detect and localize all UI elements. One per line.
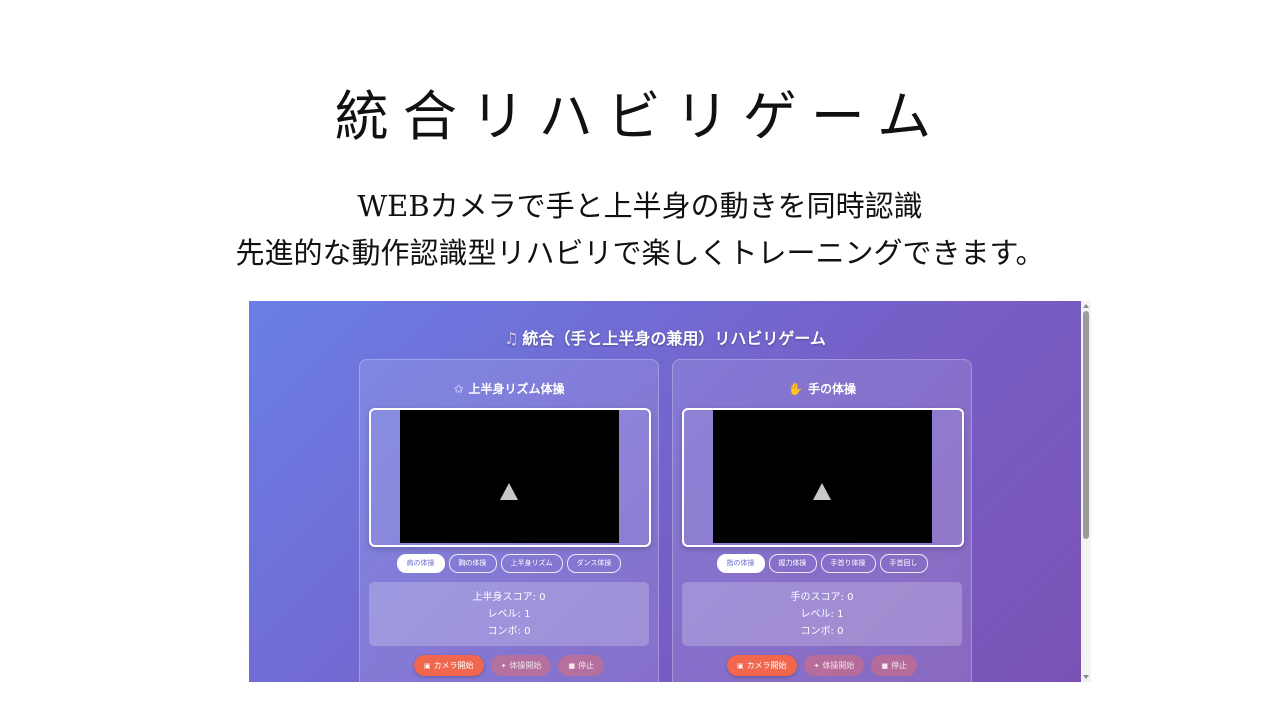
app-title-text: 統合（手と上半身の兼用）リハビリゲーム — [522, 329, 826, 348]
music-note-icon: ♫ — [504, 329, 519, 348]
exercise-button-finger[interactable]: 指の体操 — [716, 554, 765, 573]
panel-title: ✋ 手の体操 — [673, 380, 971, 397]
exercise-button-upper-rhythm[interactable]: 上半身リズム — [500, 554, 563, 573]
panel-title-text: 手の体操 — [807, 382, 856, 396]
exercise-selector: 肩の体操 胸の体操 上半身リズム ダンス体操 — [360, 554, 658, 573]
exercise-button-shoulder[interactable]: 肩の体操 — [396, 554, 445, 573]
scroll-up-icon[interactable] — [1083, 304, 1089, 308]
combo-text: コンボ: 0 — [487, 626, 531, 637]
stop-icon: ■ — [568, 662, 576, 670]
camera-icon: ▣ — [423, 662, 431, 670]
video-frame — [682, 408, 964, 547]
panel-title-text: 上半身リズム体操 — [468, 382, 565, 396]
camera-icon: ▣ — [736, 662, 744, 670]
exercise-icon: ✦ — [813, 662, 820, 670]
hand-panel: ✋ 手の体操 指の体操 握力体操 手首り体操 手首回し 手のスコア: 0 レベル:… — [672, 359, 972, 682]
camera-start-button[interactable]: ▣ カメラ開始 — [413, 655, 484, 676]
camera-start-button[interactable]: ▣ カメラ開始 — [726, 655, 797, 676]
vertical-scrollbar[interactable] — [1081, 301, 1091, 682]
control-buttons: ▣ カメラ開始 ✦ 体操開始 ■ 停止 — [360, 655, 658, 676]
app-title: ♫ 統合（手と上半身の兼用）リハビリゲーム — [249, 325, 1081, 349]
exercise-button-chest[interactable]: 胸の体操 — [448, 554, 497, 573]
camera-video[interactable] — [400, 410, 619, 543]
score-text: 上半身スコア: 0 — [472, 592, 546, 603]
stop-button[interactable]: ■ 停止 — [871, 655, 918, 676]
scroll-down-icon[interactable] — [1083, 675, 1089, 679]
level-text: レベル: 1 — [800, 609, 844, 620]
slide-subtitle-line1: WEBカメラで手と上半身の動きを同時認識 — [357, 189, 923, 223]
exercise-icon: ✦ — [500, 662, 507, 670]
slide-title: 統合リハビリゲーム — [334, 85, 946, 148]
score-text: 手のスコア: 0 — [790, 592, 854, 603]
exercise-button-wrist-rotation[interactable]: 手首回し — [879, 554, 928, 573]
score-box: 手のスコア: 0 レベル: 1 コンボ: 0 — [682, 582, 962, 646]
app-window: ♫ 統合（手と上半身の兼用）リハビリゲーム ✩ 上半身リズム体操 肩の体操 胸の体操… — [249, 301, 1081, 682]
stop-button[interactable]: ■ 停止 — [558, 655, 605, 676]
slide-subtitle-line2: 先進的な動作認識型リハビリで楽しくトレーニングできます。 — [235, 236, 1045, 270]
play-icon[interactable] — [500, 483, 518, 500]
exercise-button-dance[interactable]: ダンス体操 — [566, 554, 622, 573]
play-icon[interactable] — [813, 483, 831, 500]
video-frame — [369, 408, 651, 547]
exercise-start-button[interactable]: ✦ 体操開始 — [803, 655, 865, 676]
score-box: 上半身スコア: 0 レベル: 1 コンボ: 0 — [369, 582, 649, 646]
exercise-selector: 指の体操 握力体操 手首り体操 手首回し — [673, 554, 971, 573]
control-buttons: ▣ カメラ開始 ✦ 体操開始 ■ 停止 — [673, 655, 971, 676]
upper-body-panel: ✩ 上半身リズム体操 肩の体操 胸の体操 上半身リズム ダンス体操 上半身スコア:… — [359, 359, 659, 682]
star-icon: ✩ — [453, 382, 464, 396]
scrollbar-thumb[interactable] — [1083, 311, 1089, 539]
stop-icon: ■ — [881, 662, 889, 670]
exercise-start-button[interactable]: ✦ 体操開始 — [490, 655, 552, 676]
exercise-button-wrist[interactable]: 手首り体操 — [820, 554, 876, 573]
hand-icon: ✋ — [788, 382, 803, 396]
panel-title: ✩ 上半身リズム体操 — [360, 380, 658, 397]
camera-video[interactable] — [713, 410, 932, 543]
level-text: レベル: 1 — [487, 609, 531, 620]
exercise-button-grip[interactable]: 握力体操 — [768, 554, 817, 573]
combo-text: コンボ: 0 — [800, 626, 844, 637]
